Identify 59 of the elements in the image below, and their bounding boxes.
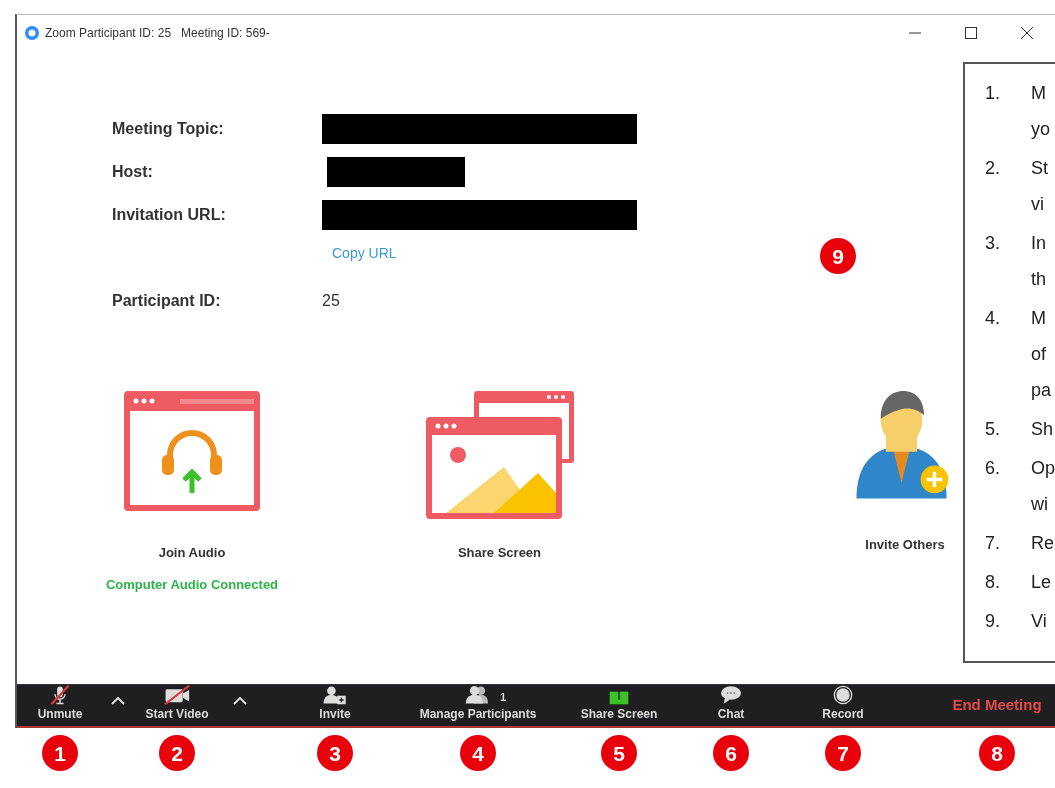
close-icon[interactable] — [1021, 27, 1033, 39]
list-text: Re — [1031, 532, 1054, 555]
list-text: In — [1031, 232, 1046, 255]
action-label: Share Screen — [457, 544, 542, 562]
list-text: M — [1031, 307, 1047, 330]
list-number: 6. — [985, 457, 1001, 480]
number-badge: 9 — [820, 238, 856, 274]
number-badge: 7 — [825, 735, 861, 771]
list-text: wi — [1031, 493, 1049, 516]
list-text: Le — [1031, 571, 1052, 594]
list-text: St — [1031, 157, 1048, 180]
list-text: yo — [1031, 118, 1050, 141]
list-text: Op — [1031, 457, 1055, 480]
window-title: Zoom Participant ID: 25 Meeting ID: 569- — [45, 25, 270, 42]
number-badge: 2 — [159, 735, 195, 771]
toolbar-button[interactable]: Chat — [694, 685, 768, 726]
field-label: Participant ID: — [112, 291, 222, 311]
list-text: M — [1031, 82, 1047, 105]
list-text: of — [1031, 343, 1047, 366]
maximize-icon[interactable] — [965, 27, 977, 39]
number-badge: 3 — [317, 735, 353, 771]
action-label: Join Audio — [158, 544, 226, 562]
toolbar-button[interactable]: Start Video — [132, 685, 222, 726]
list-number: 4. — [985, 307, 1001, 330]
headphones-window-icon[interactable] — [122, 389, 262, 513]
app-logo-icon — [25, 26, 39, 40]
end-meeting-button[interactable]: End Meeting — [918, 685, 1055, 726]
toolbar-button[interactable]: Invite — [258, 685, 412, 726]
list-text: pa — [1031, 379, 1052, 402]
list-number: 2. — [985, 157, 1001, 180]
toolbar-button[interactable]: Unmute — [17, 685, 103, 726]
list-text: Sh — [1031, 418, 1054, 441]
list-number: 1. — [985, 82, 1001, 105]
number-badge: 4 — [460, 735, 496, 771]
number-badge: 1 — [42, 735, 78, 771]
audio-status-text: Computer Audio Connected — [105, 575, 279, 594]
list-number: 3. — [985, 232, 1001, 255]
caret-icon — [233, 697, 247, 705]
list-number: 7. — [985, 532, 1001, 555]
field-value: 25 — [322, 291, 340, 311]
number-badge: 6 — [713, 735, 749, 771]
field-label: Invitation URL: — [112, 205, 227, 225]
field-label: Meeting Topic: — [112, 119, 225, 139]
toolbar-button[interactable]: Record — [768, 685, 918, 726]
number-badge: 8 — [979, 735, 1015, 771]
number-badge: 5 — [601, 735, 637, 771]
toolbar-button[interactable]: Share Screen — [544, 685, 694, 726]
list-number: 5. — [985, 418, 1001, 441]
list-text: Vi — [1031, 610, 1047, 633]
action-label: Invite Others — [865, 536, 945, 554]
list-number: 8. — [985, 571, 1001, 594]
participant-count: 1 — [500, 690, 507, 705]
screen-windows-icon[interactable] — [423, 389, 576, 521]
field-label: Host: — [112, 162, 154, 182]
list-text: vi — [1031, 193, 1045, 216]
toolbar-button[interactable]: Manage Participants 1 — [412, 685, 544, 726]
list-number: 9. — [985, 610, 1001, 633]
caret-icon — [110, 697, 125, 705]
list-text: th — [1031, 268, 1046, 291]
